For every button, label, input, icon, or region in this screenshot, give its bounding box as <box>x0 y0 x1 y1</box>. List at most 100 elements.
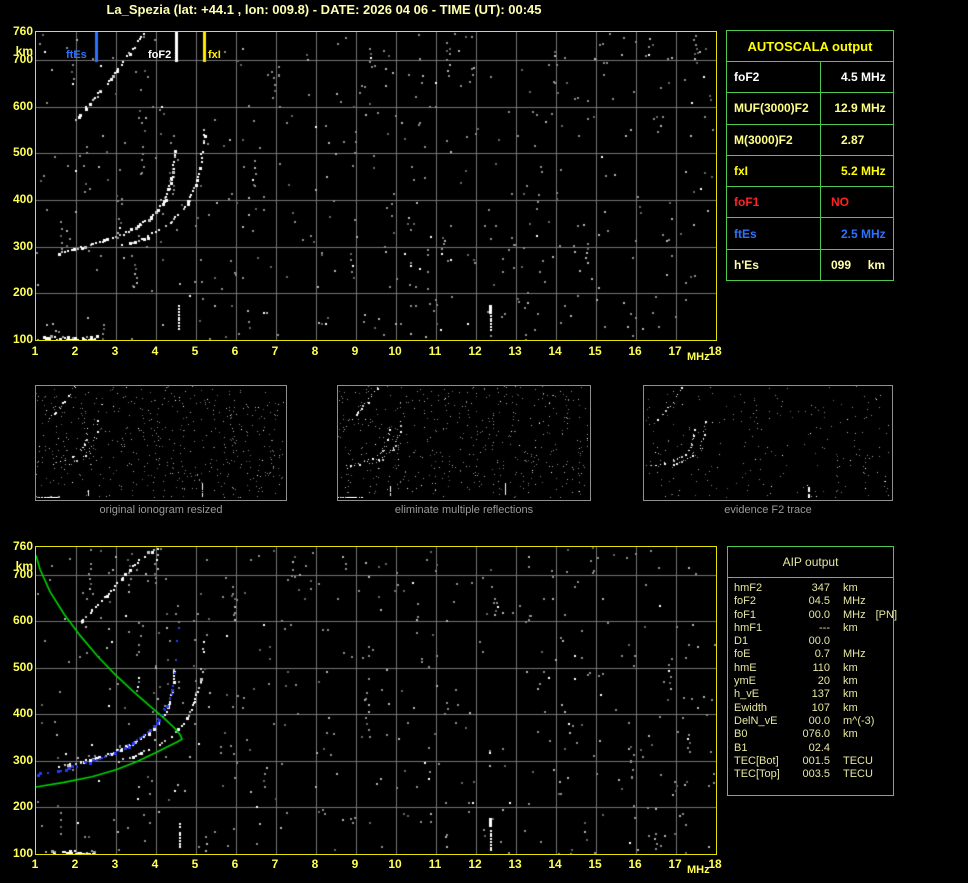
aip-row-label: hmF2 <box>734 582 763 594</box>
aip-row-value: 003.5 <box>802 768 830 781</box>
y-tick-label: 600 <box>12 613 33 627</box>
autoscala-row: h'Es 099 km <box>727 249 893 280</box>
y-tick-label: 400 <box>12 706 33 720</box>
autoscala-row-value: NO <box>831 195 849 210</box>
x-tick-label: 1 <box>31 344 39 358</box>
aip-row-label: hmF1 <box>734 621 763 634</box>
x-tick-label: 3 <box>111 344 119 358</box>
x-tick-label: 10 <box>388 857 402 871</box>
y-tick-label: 600 <box>12 99 33 113</box>
autoscala-row: ftEs 2.5 MHz <box>727 218 893 250</box>
autoscala-row-label: foF2 <box>727 62 821 93</box>
aip-row-label: foF1 <box>734 608 757 621</box>
aip-row-extra: [PN] <box>875 608 898 621</box>
aip-row-unit: km <box>843 621 858 634</box>
x-tick-label: 13 <box>508 344 522 358</box>
x-tick-label: 7 <box>271 344 279 358</box>
aip-row: hmF2 347 km <box>734 582 893 595</box>
autoscala-row-label: h'Es <box>727 249 821 280</box>
panel-original-caption: original ionogram resized <box>99 504 223 516</box>
x-tick-label: 14 <box>548 344 562 358</box>
aip-row-value: 04.5 <box>808 595 830 608</box>
autoscala-row-label: M(3000)F2 <box>727 124 821 155</box>
y-tick-label: 200 <box>12 799 33 813</box>
aip-row-unit: m^(-3) <box>843 714 875 727</box>
x-axis-unit-label: MHz <box>687 864 710 876</box>
x-tick-label: 14 <box>548 857 562 871</box>
aip-row: TEC[Top] 003.5 TECU <box>734 768 893 781</box>
y-tick-label: 760 <box>12 539 33 553</box>
panel-original-ionogram <box>35 385 287 501</box>
aip-row: B0 076.0 km <box>734 728 893 741</box>
aip-row-unit: MHz <box>843 608 866 621</box>
autoscala-row-label: fxI <box>727 155 821 187</box>
aip-row: h_vE 137 km <box>734 688 893 701</box>
aip-row: DelN_vE 00.0 m^(-3) <box>734 715 893 728</box>
aip-row-value: 00.0 <box>808 608 830 621</box>
aip-row: foF1 00.0 MHz [PN] <box>734 608 897 622</box>
aip-row-unit: km <box>843 688 858 701</box>
autoscala-table-title: AUTOSCALA output <box>727 31 893 62</box>
x-tick-label: 9 <box>351 857 359 871</box>
x-tick-label: 5 <box>191 857 199 871</box>
x-tick-label: 16 <box>628 344 642 358</box>
aip-row-value: 347 <box>811 582 830 594</box>
x-tick-label: 8 <box>311 344 319 358</box>
panel-eliminate-reflections <box>337 385 591 501</box>
aip-row-value: 0.7 <box>814 648 830 661</box>
aip-row-label: foF2 <box>734 595 757 608</box>
y-axis-unit-label: km <box>15 44 33 58</box>
aip-row-unit: TECU <box>843 768 873 781</box>
autoscala-row-label: ftEs <box>727 218 821 249</box>
aip-row: ymE 20 km <box>734 675 893 688</box>
x-tick-label: 16 <box>628 857 642 871</box>
x-tick-label: 6 <box>231 344 239 358</box>
panel-evidence-f2 <box>643 385 893 501</box>
aip-row-label: ymE <box>734 675 756 688</box>
panel-evidence-caption: evidence F2 trace <box>724 504 812 516</box>
y-tick-label: 100 <box>12 332 33 346</box>
aip-row-value: 076.0 <box>802 728 830 741</box>
aip-row-value: 107 <box>811 701 830 714</box>
x-tick-label: 9 <box>351 344 359 358</box>
aip-row-unit: km <box>843 701 858 714</box>
aip-output-table: AIP output hmF2 347 km foF2 04.5 MHz foF1 00.0 M… <box>727 546 897 796</box>
x-tick-label: 15 <box>588 344 602 358</box>
aip-row-unit: km <box>843 582 858 594</box>
x-tick-label: 12 <box>468 344 482 358</box>
x-tick-label: 2 <box>71 857 79 871</box>
x-tick-label: 8 <box>311 857 319 871</box>
autoscala-row-label: MUF(3000)F2 <box>727 93 821 124</box>
aip-row-label: h_vE <box>734 688 760 701</box>
x-tick-label: 7 <box>271 857 279 871</box>
page-title: La_Spezia (lat: +44.1 , lon: 009.8) - DA… <box>106 2 542 17</box>
autoscala-row: MUF(3000)F2 12.9 MHz <box>727 93 893 125</box>
profile-ionogram-plot <box>35 546 717 855</box>
autoscala-row-value: 099 km <box>831 257 886 272</box>
profile-ionogram-canvas <box>36 547 716 854</box>
aip-row: hmE 110 km <box>734 662 893 675</box>
y-tick-label: 760 <box>12 24 33 38</box>
y-axis-unit-label: km <box>15 559 33 573</box>
ftes-marker-label: ftEs <box>66 49 87 61</box>
x-axis-unit-label: MHz <box>687 351 710 363</box>
aip-table-title: AIP output <box>728 547 893 578</box>
autoscala-row-value: 4.5 MHz <box>831 70 886 85</box>
aip-row-unit: MHz <box>843 595 866 608</box>
x-tick-label: 17 <box>668 344 682 358</box>
y-tick-label: 300 <box>12 753 33 767</box>
x-tick-label: 17 <box>668 857 682 871</box>
aip-row-unit: km <box>843 728 858 741</box>
aip-row-value: 001.5 <box>802 754 830 767</box>
autoscala-row-value: 5.2 MHz <box>831 163 886 178</box>
aip-row-value: 02.4 <box>808 741 830 754</box>
autoscala-row-value: 2.5 MHz <box>831 226 886 241</box>
aip-row: TEC[Bot] 001.5 TECU <box>734 755 893 768</box>
autoscala-row-label: foF1 <box>727 187 821 218</box>
autoscala-row: foF2 4.5 MHz <box>727 62 893 94</box>
aip-row-label: foE <box>734 648 751 661</box>
y-tick-label: 200 <box>12 285 33 299</box>
x-tick-label: 4 <box>151 344 159 358</box>
aip-row-label: D1 <box>734 635 749 648</box>
autoscala-row-value: 2.87 <box>831 132 865 147</box>
